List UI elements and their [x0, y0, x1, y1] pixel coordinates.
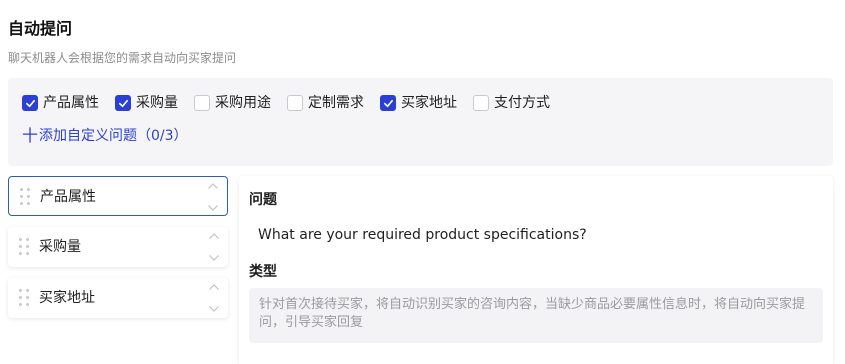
add-custom-question-label: 添加自定义问题（0/3） — [39, 128, 188, 144]
chevron-up-icon[interactable] — [208, 232, 220, 240]
sort-arrows[interactable] — [208, 283, 220, 313]
chevron-up-icon[interactable] — [207, 182, 219, 190]
options-row: 产品属性 采购量 采购用途 定制需求 买家地址 支付方式 — [22, 92, 566, 114]
option-label: 买家地址 — [401, 95, 457, 111]
question-item-label: 采购量 — [39, 239, 81, 255]
chevron-down-icon[interactable] — [208, 254, 220, 262]
drag-handle-icon[interactable] — [19, 289, 29, 307]
question-item-label: 买家地址 — [39, 290, 95, 306]
type-description-box: 针对首次接待买家，将自动识别买家的咨询内容，当缺少商品必要属性信息时，将自动向买… — [249, 288, 823, 343]
option-buyer-address[interactable]: 买家地址 — [380, 93, 457, 113]
type-field-label: 类型 — [249, 264, 277, 280]
question-item-product-attributes[interactable]: 产品属性 — [8, 176, 228, 216]
page-subtitle: 聊天机器人会根据您的需求自动向买家提问 — [8, 51, 237, 65]
question-item-buyer-address[interactable]: 买家地址 — [8, 278, 228, 318]
option-purchase-purpose[interactable]: 采购用途 — [194, 93, 271, 113]
option-label: 采购用途 — [215, 95, 271, 111]
option-label: 定制需求 — [308, 95, 364, 111]
sort-arrows[interactable] — [208, 232, 220, 262]
question-field-label: 问题 — [249, 192, 277, 208]
checkmark-icon — [383, 99, 393, 107]
question-list: 产品属性 采购量 买家地址 — [8, 176, 228, 329]
question-detail-panel: 问题 What are your required product specif… — [239, 176, 833, 364]
question-text: What are your required product specifica… — [258, 227, 587, 243]
plus-icon: 十 — [22, 126, 39, 145]
question-options-panel: 产品属性 采购量 采购用途 定制需求 买家地址 支付方式 十 添加自定义问题（0… — [8, 78, 833, 166]
option-label: 采购量 — [136, 95, 178, 111]
checkbox[interactable] — [115, 95, 131, 111]
option-customization[interactable]: 定制需求 — [287, 93, 364, 113]
checkmark-icon — [118, 99, 128, 107]
checkbox[interactable] — [287, 95, 303, 111]
page-title: 自动提问 — [8, 19, 73, 38]
question-item-label: 产品属性 — [40, 189, 96, 205]
chevron-up-icon[interactable] — [208, 283, 220, 291]
option-label: 支付方式 — [494, 95, 550, 111]
drag-handle-icon[interactable] — [20, 188, 30, 206]
checkbox[interactable] — [194, 95, 210, 111]
drag-handle-icon[interactable] — [19, 238, 29, 256]
sort-arrows[interactable] — [207, 182, 219, 212]
option-label: 产品属性 — [43, 95, 99, 111]
option-purchase-quantity[interactable]: 采购量 — [115, 93, 178, 113]
chevron-down-icon[interactable] — [207, 204, 219, 212]
option-payment-method[interactable]: 支付方式 — [473, 93, 550, 113]
add-custom-question-button[interactable]: 十 添加自定义问题（0/3） — [22, 126, 188, 146]
checkbox[interactable] — [22, 95, 38, 111]
chevron-down-icon[interactable] — [208, 305, 220, 313]
question-item-purchase-quantity[interactable]: 采购量 — [8, 227, 228, 267]
checkbox[interactable] — [380, 95, 396, 111]
checkbox[interactable] — [473, 95, 489, 111]
checkmark-icon — [25, 99, 35, 107]
option-product-attributes[interactable]: 产品属性 — [22, 93, 99, 113]
